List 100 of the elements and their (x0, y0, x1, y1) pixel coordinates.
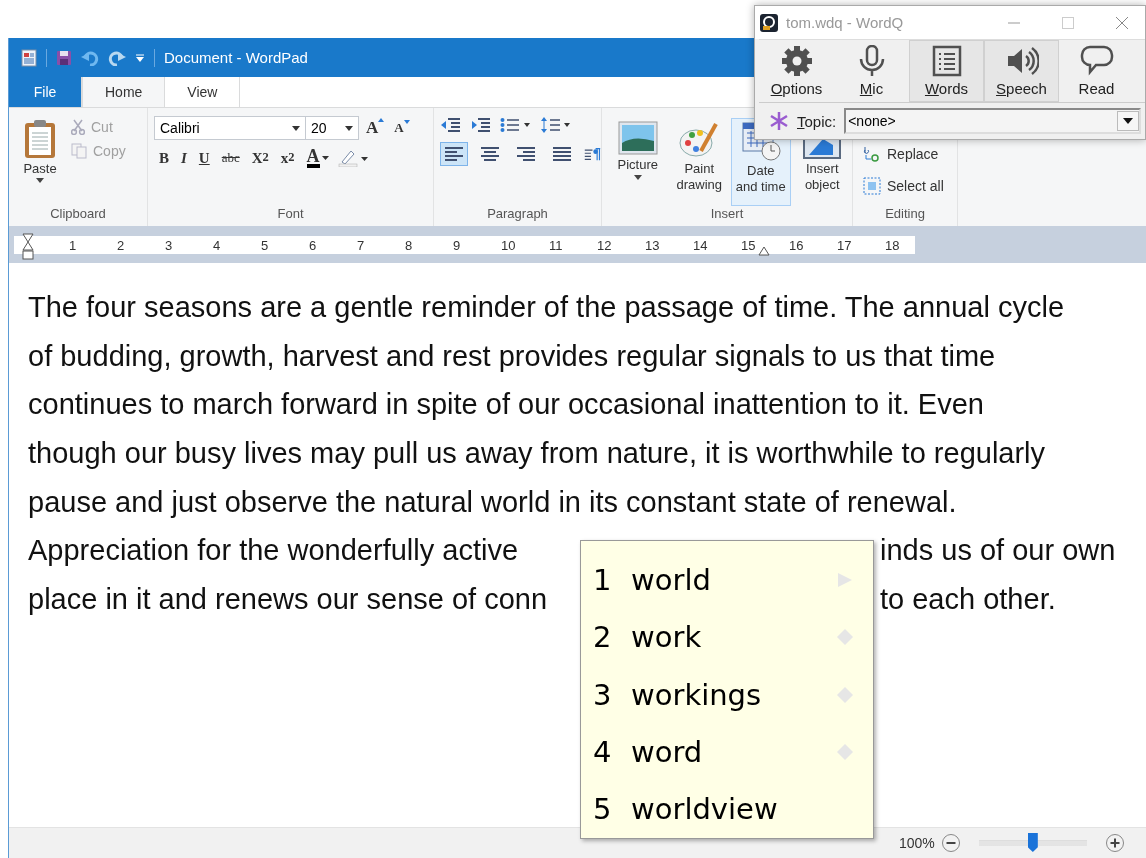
ruler-number: 10 (501, 237, 516, 253)
redo-icon[interactable] (108, 49, 126, 66)
alignment-icon (516, 146, 536, 162)
prediction-item[interactable]: 1 world (581, 551, 873, 609)
up-triangle-icon (378, 118, 385, 122)
ruler-number: 1 (69, 237, 77, 253)
document-icon (21, 48, 37, 67)
toolbar-button[interactable]: Speech (984, 40, 1059, 102)
increase-indent-icon[interactable] (470, 117, 492, 133)
document-text: of budding, growth, harvest and rest provides regular signals to us that time (28, 338, 996, 374)
palette-icon (679, 121, 720, 159)
replace-button[interactable]: Replace (861, 142, 957, 166)
caret-icon (292, 125, 300, 131)
ruler-number: 2 (117, 237, 125, 253)
app-icon (760, 13, 778, 32)
format-button[interactable]: I (178, 149, 190, 167)
font-color-button[interactable]: A (303, 148, 332, 168)
font-size-field[interactable]: 20 (305, 116, 359, 140)
down-triangle-icon (403, 120, 410, 124)
ruler-number: 9 (453, 237, 461, 253)
grow-font-button[interactable]: A (363, 118, 388, 138)
ruler-number: 4 (213, 237, 221, 253)
paste-button[interactable]: Paste (19, 116, 61, 204)
caret-icon (633, 175, 642, 180)
speech-bubble-icon (1079, 45, 1114, 77)
insert-button[interactable]: Paint drawing (669, 118, 729, 206)
topic-label: Topic: (797, 112, 837, 130)
prediction-item[interactable]: 5 worldview (581, 780, 873, 839)
align-button[interactable] (440, 142, 468, 166)
decrease-indent-icon[interactable] (440, 117, 462, 133)
bullet-list-icon[interactable] (500, 117, 532, 133)
indent-marker-icon[interactable] (22, 232, 34, 261)
document-text: to each other. (880, 581, 1056, 617)
format-button[interactable]: B (156, 149, 172, 167)
format-button[interactable]: abc (218, 150, 243, 166)
slider-thumb[interactable] (1027, 833, 1038, 852)
caret-icon (36, 178, 44, 183)
clipboard-icon (23, 119, 57, 159)
window-title: Document - WordPad (164, 49, 308, 66)
topic-dropdown[interactable]: <none> (844, 108, 1141, 134)
ruler-number: 6 (309, 237, 317, 253)
ruler-number: 5 (261, 237, 269, 253)
document-text: pause and just observe the natural world in its constant state of renewal. (28, 484, 957, 520)
toolbar-button[interactable]: Read (1059, 40, 1134, 102)
document-text: Appreciation for the wonderfully active (28, 533, 519, 569)
shrink-font-button[interactable]: A (391, 120, 413, 136)
document-text: continues to march forward in spite of our occasional inattention to it. Even (28, 387, 984, 423)
document-text: The four seasons are a gentle reminder of the passage of time. The annual cycle (28, 290, 1064, 326)
ruler-number: 15 (741, 237, 756, 253)
group-label: Font (276, 206, 305, 223)
ribbon-tab[interactable]: Home (82, 77, 166, 107)
caret-icon (1123, 118, 1133, 124)
format-button[interactable]: U (195, 149, 213, 167)
select-all-button[interactable]: Select all (861, 174, 957, 198)
settings-icon (779, 45, 814, 77)
ruler-number: 18 (885, 237, 900, 253)
prediction-item[interactable]: 2 work (581, 608, 873, 666)
ruler-number: 3 (165, 237, 173, 253)
zoom-in-icon[interactable] (1104, 833, 1125, 853)
customize-dropdown-icon[interactable] (135, 52, 145, 63)
caret-icon (345, 125, 353, 131)
asterisk-icon (769, 111, 789, 131)
alignment-icon (444, 146, 464, 162)
group-label: Insert (709, 206, 745, 223)
document-text: inds us of our own (880, 533, 1116, 569)
toolbar-button[interactable]: Options (759, 40, 834, 102)
scissors-icon (71, 119, 85, 135)
ruler-number: 7 (357, 237, 365, 253)
zoom-level: 100% (899, 835, 935, 851)
document-text: though our busy lives may pull us away from nature, it is worthwhile to regularly (28, 435, 1046, 471)
save-icon[interactable] (56, 49, 72, 66)
font-name-field[interactable]: Calibri (154, 116, 306, 140)
group-label: Editing (884, 206, 926, 223)
zoom-out-icon[interactable] (940, 833, 961, 853)
window-title: tom.wdq - WordQ (786, 14, 905, 31)
group-label: Clipboard (49, 206, 107, 223)
line-spacing-icon[interactable] (540, 116, 572, 134)
insert-button[interactable]: Picture (608, 118, 668, 206)
landscape-picture-icon (617, 121, 658, 155)
group-label: Paragraph (486, 206, 549, 223)
alignment-icon (480, 146, 500, 162)
copy-icon (71, 143, 87, 159)
caret-icon (321, 156, 329, 160)
alignment-icon (552, 146, 572, 162)
highlighter-icon[interactable] (337, 149, 368, 167)
select-all-icon (863, 177, 881, 195)
toolbar-button[interactable]: Words (909, 40, 984, 102)
ribbon-tab[interactable]: View (165, 77, 241, 107)
ruler-number: 13 (645, 237, 660, 253)
ruler-number: 12 (597, 237, 612, 253)
document-text: place in it and renews our sense of conn (28, 581, 548, 617)
ruler-number: 14 (693, 237, 708, 253)
ruler-number: 16 (789, 237, 804, 253)
right-indent-marker-icon[interactable] (758, 245, 770, 256)
toolbar-button[interactable]: Mic (834, 40, 909, 102)
close-icon[interactable] (1115, 15, 1129, 30)
prediction-item[interactable]: 3 workings (581, 665, 873, 724)
ruler-number: 17 (837, 237, 852, 253)
paragraph-icon[interactable] (584, 145, 601, 163)
prediction-item[interactable]: 4 word (581, 723, 873, 781)
